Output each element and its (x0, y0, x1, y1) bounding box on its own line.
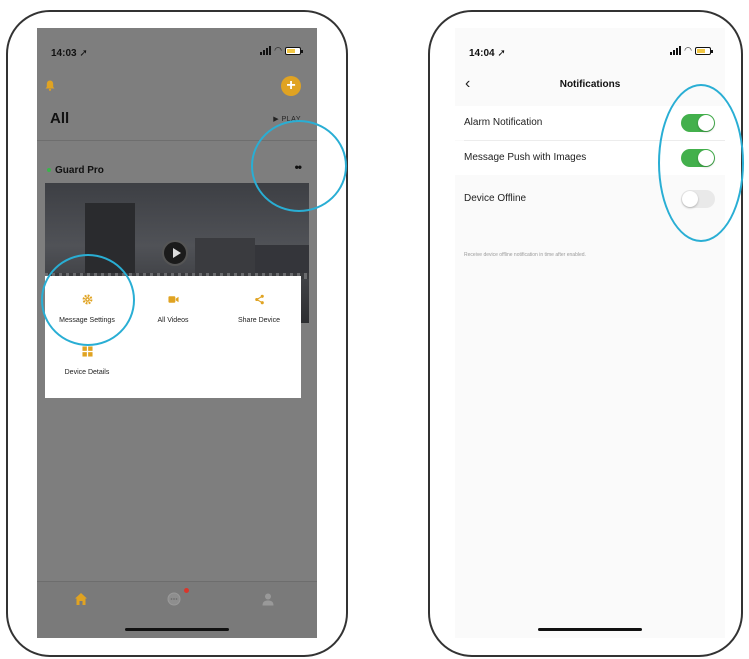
highlight-oval-toggles (658, 84, 744, 242)
highlight-circle-more (251, 120, 347, 212)
status-indicators: ◠ (670, 45, 713, 55)
device-offline-hint: Receive device offline notification in t… (464, 252, 586, 258)
highlight-circle-settings (41, 254, 135, 346)
home-indicator (125, 628, 229, 631)
profile-icon[interactable] (261, 592, 275, 606)
online-dot (47, 168, 51, 173)
bell-icon[interactable] (45, 80, 55, 91)
play-icon[interactable] (162, 240, 188, 266)
menu-all-videos[interactable]: All Videos (133, 294, 213, 327)
setting-label: Message Push with Images (464, 152, 587, 163)
add-device-button[interactable]: + (281, 76, 301, 96)
battery-icon (695, 46, 713, 55)
battery-icon (285, 46, 303, 55)
status-time: 14:04 ➚ (469, 48, 506, 59)
menu-item-label: Share Device (237, 317, 281, 324)
message-icon[interactable] (167, 592, 181, 606)
menu-item-label: All Videos (157, 317, 189, 324)
plus-icon: + (286, 77, 296, 94)
setting-label: Alarm Notification (464, 117, 543, 128)
preview-building (195, 238, 255, 278)
wifi-icon: ◠ (274, 45, 282, 55)
grid-icon (81, 346, 93, 357)
menu-share-device[interactable]: Share Device (219, 294, 299, 327)
home-icon[interactable] (74, 592, 88, 606)
home-indicator (538, 628, 642, 631)
share-icon (254, 294, 264, 305)
signal-icon (260, 46, 272, 55)
device-name: Guard Pro (47, 165, 104, 176)
wifi-icon: ◠ (684, 45, 692, 55)
signal-icon (670, 46, 682, 55)
menu-item-label: Device Details (64, 369, 110, 376)
page-title: All (50, 110, 70, 127)
video-camera-icon (167, 296, 179, 303)
setting-label: Device Offline (464, 193, 527, 204)
notification-badge (184, 588, 189, 593)
status-indicators: ◠ (260, 45, 303, 55)
status-time: 14:03 ➚ (51, 48, 88, 59)
tab-bar (37, 581, 317, 638)
menu-device-details[interactable]: Device Details (47, 346, 127, 379)
